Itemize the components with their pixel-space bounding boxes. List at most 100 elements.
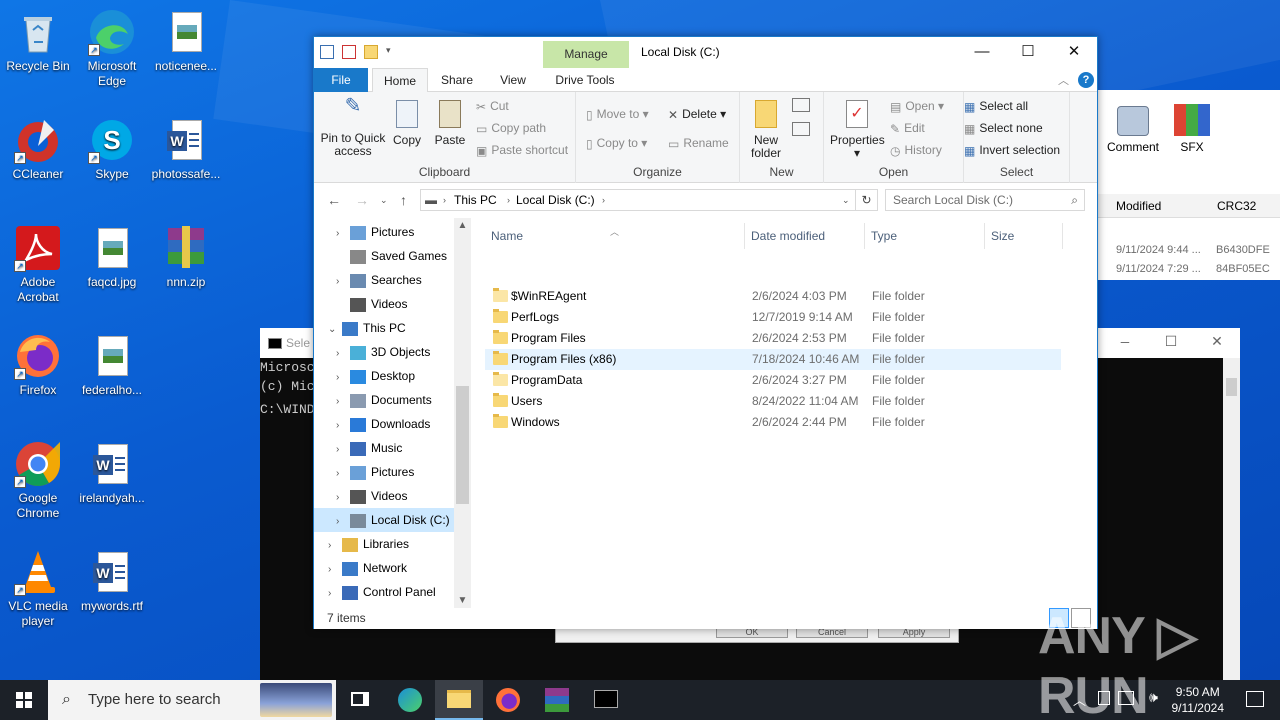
chevron-icon[interactable]: › [336, 342, 350, 366]
maximize-button[interactable]: ☐ [1005, 37, 1051, 67]
chevron-icon[interactable]: › [336, 510, 350, 534]
tab-file[interactable]: File [314, 68, 368, 92]
column-size[interactable]: Size [985, 223, 1063, 249]
taskbar-file-explorer[interactable] [435, 680, 483, 720]
column-date-modified[interactable]: Date modified [745, 223, 865, 249]
new-folder-button[interactable]: New folder [746, 100, 786, 160]
list-item[interactable]: 9/11/2024 7:29 ... 84BF05EC [1096, 259, 1280, 275]
breadcrumb-this-pc[interactable]: This PC [454, 193, 497, 207]
desktop-icon-federalho[interactable]: federalho... [74, 326, 150, 398]
desktop-icon-mywords[interactable]: W mywords.rtf [74, 542, 150, 614]
explorer-titlebar[interactable]: ▾ Manage Local Disk (C:) — ☐ ✕ [314, 37, 1097, 68]
collapse-ribbon-icon[interactable]: ︿ [1058, 72, 1069, 88]
table-row[interactable]: Users 8/24/2022 11:04 AM File folder [485, 391, 1061, 412]
copy-path-button[interactable]: ▭ Copy path [476, 121, 546, 136]
new-folder-qat-icon[interactable] [364, 45, 378, 59]
search-input[interactable]: Search Local Disk (C:) ⌕ [885, 189, 1085, 211]
sfx-button[interactable]: SFX [1168, 100, 1216, 154]
chevron-icon[interactable]: › [336, 366, 350, 390]
desktop-icon-firefox[interactable]: ↗ Firefox [0, 326, 76, 398]
chevron-icon[interactable]: › [328, 582, 342, 606]
properties-qat-icon[interactable] [342, 45, 356, 59]
winrar-window[interactable]: Comment SFX Modified CRC32 9/11/2024 9:4… [1096, 90, 1280, 280]
desktop-icon-edge[interactable]: ↗ Microsoft Edge [74, 2, 150, 89]
chevron-icon[interactable]: › [328, 534, 342, 558]
navigation-pane[interactable]: › Control Panel › Network › Libraries › Local D… [314, 218, 471, 608]
tree-item[interactable]: › Network [314, 556, 407, 580]
table-row[interactable]: $WinREAgent 2/6/2024 4:03 PM File folder [485, 286, 1061, 307]
address-dropdown-icon[interactable]: ⌄ [842, 195, 850, 206]
desktop-icon-recycle-bin[interactable]: Recycle Bin [0, 2, 76, 74]
desktop-icon-photossafe[interactable]: W photossafe... [148, 110, 224, 182]
column-crc32[interactable]: CRC32 [1217, 199, 1256, 213]
taskbar-search-box[interactable]: ⌕ Type here to search [48, 680, 336, 720]
new-item-icon[interactable] [792, 98, 810, 112]
file-explorer-window[interactable]: ▾ Manage Local Disk (C:) — ☐ ✕ File Home… [313, 36, 1098, 629]
table-row[interactable]: Program Files (x86) 7/18/2024 10:46 AM Fil… [485, 349, 1061, 370]
manage-context-tab[interactable]: Manage [543, 41, 629, 68]
tree-item[interactable]: ⌄ This PC [314, 316, 406, 340]
column-modified[interactable]: Modified [1116, 199, 1161, 213]
tree-item[interactable]: › Music [314, 436, 402, 460]
chevron-icon[interactable]: › [336, 270, 350, 294]
easy-access-icon[interactable] [792, 122, 810, 136]
desktop-icon-skype[interactable]: S ↗ Skype [74, 110, 150, 182]
help-icon[interactable]: ? [1078, 72, 1094, 88]
scroll-up-icon[interactable]: ▲ [454, 220, 471, 231]
chevron-icon[interactable]: › [336, 222, 350, 246]
scroll-down-icon[interactable]: ▼ [454, 595, 471, 606]
forward-arrow-icon[interactable]: → [355, 192, 369, 208]
rename-button[interactable]: ▭ Rename [668, 136, 729, 151]
properties-button[interactable]: ✓ Properties ▾ [830, 100, 885, 160]
chevron-icon[interactable]: › [336, 390, 350, 414]
up-arrow-icon[interactable]: ↑ [400, 192, 407, 208]
delete-button[interactable]: ✕ Delete ▾ [668, 107, 726, 122]
copy-button[interactable]: Copy [390, 100, 424, 147]
close-button[interactable]: ✕ [1051, 37, 1097, 67]
select-all-button[interactable]: ▦ Select all [964, 99, 1028, 114]
breadcrumb-local-disk[interactable]: Local Disk (C:) [516, 193, 595, 207]
paste-button[interactable]: Paste [432, 100, 468, 147]
table-row[interactable]: PerfLogs 12/7/2019 9:14 AM File folder [485, 307, 1061, 328]
tree-item[interactable]: › Control Panel [314, 580, 436, 604]
tree-item[interactable]: › Downloads [314, 412, 430, 436]
refresh-icon[interactable]: ↻ [856, 189, 878, 211]
pin-to-quick-access-button[interactable]: ✎ Pin to Quick access [320, 96, 386, 158]
taskbar-winrar[interactable] [533, 680, 581, 720]
recent-locations-icon[interactable]: ⌄ [380, 195, 388, 206]
task-view-button[interactable] [336, 680, 384, 720]
edit-button[interactable]: ✎ Edit [890, 121, 925, 136]
table-row[interactable]: Windows 2/6/2024 2:44 PM File folder [485, 412, 1061, 433]
tab-home[interactable]: Home [372, 68, 428, 93]
tab-share[interactable]: Share [432, 68, 482, 92]
paste-shortcut-button[interactable]: ▣ Paste shortcut [476, 143, 568, 158]
tree-item[interactable]: › Pictures [314, 460, 414, 484]
scroll-thumb[interactable] [456, 386, 469, 504]
tree-item[interactable]: › 3D Objects [314, 340, 430, 364]
desktop-icon-irelandyah[interactable]: W irelandyah... [74, 434, 150, 506]
tree-item[interactable]: › Pictures [314, 220, 414, 244]
invert-selection-button[interactable]: ▦ Invert selection [964, 143, 1060, 158]
comment-button[interactable]: Comment [1104, 100, 1162, 154]
customize-qat-icon[interactable]: ▾ [386, 45, 391, 59]
tab-drive-tools[interactable]: Drive Tools [546, 68, 624, 92]
file-list[interactable]: ︿ Name Date modified Type Size $WinREAgen… [485, 218, 1097, 608]
console-maximize-button[interactable]: ☐ [1148, 328, 1194, 358]
console-close-button[interactable]: ✕ [1194, 328, 1240, 358]
tree-item[interactable]: › Desktop [314, 364, 415, 388]
column-name[interactable]: ︿ Name [485, 223, 745, 249]
chevron-icon[interactable]: › [336, 414, 350, 438]
tree-item[interactable]: Saved Games [314, 244, 447, 268]
taskbar-firefox[interactable] [484, 680, 532, 720]
chevron-icon[interactable]: › [336, 462, 350, 486]
desktop-icon-nnn-zip[interactable]: nnn.zip [148, 218, 224, 290]
copy-to-button[interactable]: ▯ Copy to ▾ [586, 136, 647, 151]
console-minimize-button[interactable]: — [1102, 328, 1148, 358]
column-type[interactable]: Type [865, 223, 985, 249]
cut-button[interactable]: ✂ Cut [476, 99, 509, 114]
move-to-button[interactable]: ▯ Move to ▾ [586, 107, 649, 122]
desktop-icon-noticenee[interactable]: noticenee... [148, 2, 224, 74]
taskbar-edge[interactable] [386, 680, 434, 720]
taskbar-console[interactable] [582, 680, 630, 720]
open-button[interactable]: ▤ Open ▾ [890, 99, 944, 114]
